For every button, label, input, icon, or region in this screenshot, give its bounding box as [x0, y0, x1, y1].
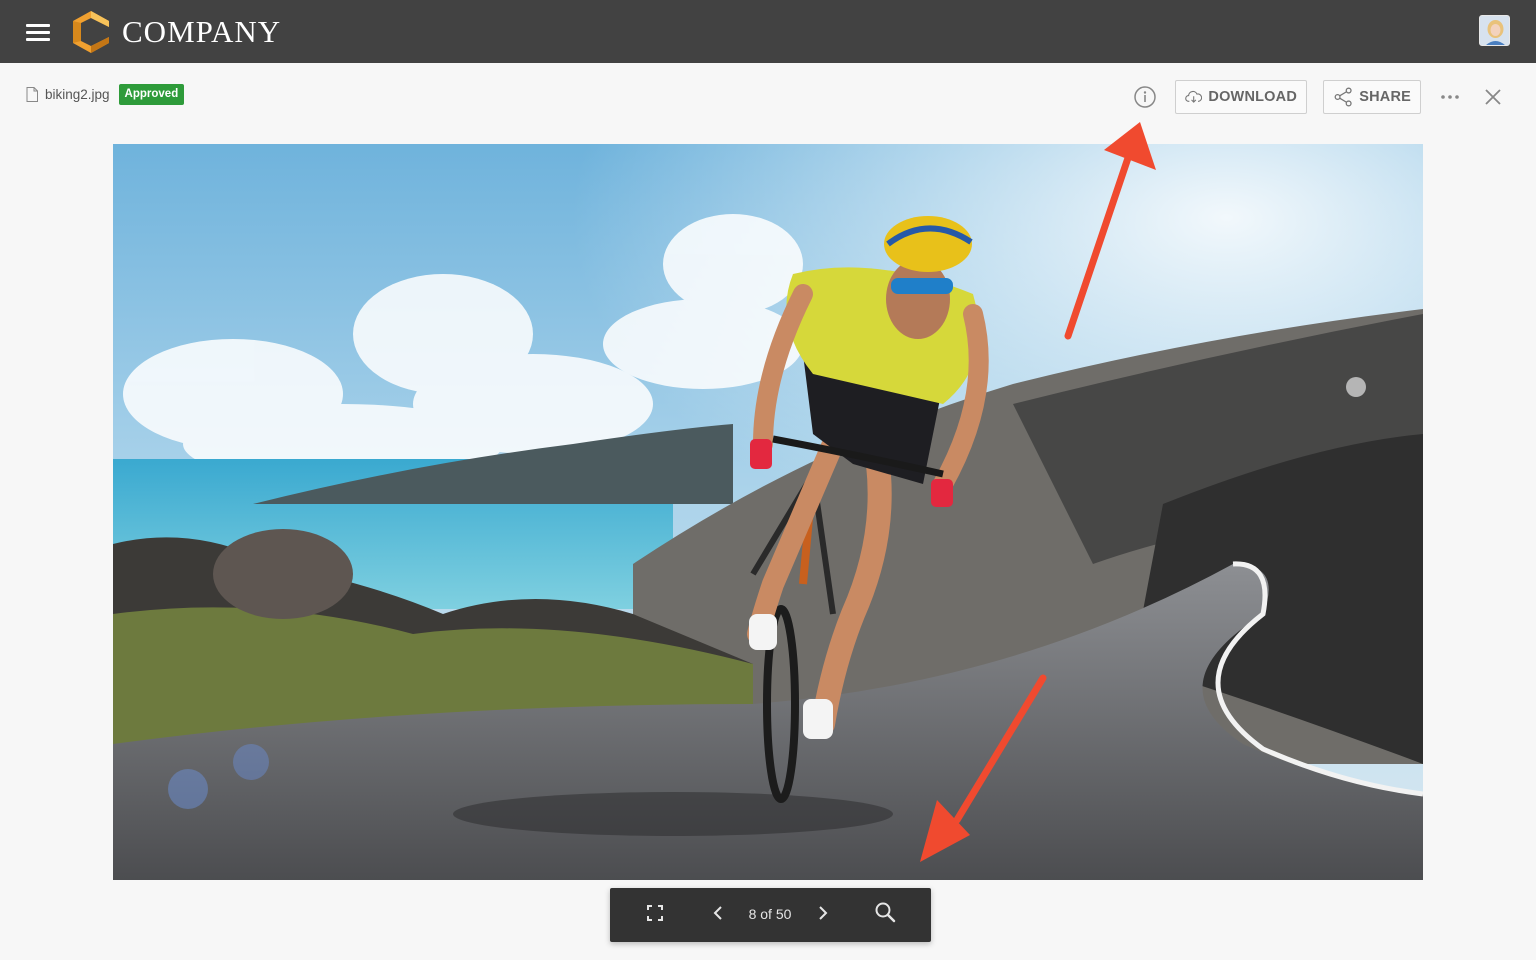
company-logo-icon	[73, 11, 109, 53]
file-info: biking2.jpg Approved	[26, 82, 185, 106]
user-avatar[interactable]	[1479, 15, 1510, 46]
status-badge: Approved	[118, 83, 185, 105]
info-icon[interactable]	[1133, 85, 1157, 109]
hamburger-menu-icon[interactable]	[26, 23, 50, 41]
image-preview[interactable]	[113, 144, 1423, 880]
file-name: biking2.jpg	[45, 86, 110, 102]
download-label: DOWNLOAD	[1208, 89, 1297, 105]
page-indicator: 8 of 50	[748, 906, 792, 922]
file-icon	[26, 86, 38, 102]
share-label: SHARE	[1359, 89, 1411, 105]
next-icon[interactable]	[814, 903, 832, 923]
zoom-icon[interactable]	[874, 901, 896, 923]
company-name: COMPANY	[122, 14, 282, 49]
share-button[interactable]: SHARE	[1323, 80, 1421, 114]
download-button[interactable]: DOWNLOAD	[1175, 80, 1307, 114]
more-options-icon[interactable]	[1439, 88, 1463, 106]
cyclist-photo	[113, 144, 1423, 880]
top-bar: COMPANY	[0, 0, 1536, 63]
close-icon[interactable]	[1483, 87, 1503, 107]
share-icon	[1334, 87, 1352, 107]
cloud-download-icon	[1185, 90, 1203, 103]
previous-icon[interactable]	[709, 903, 727, 923]
fullscreen-icon[interactable]	[645, 903, 665, 923]
